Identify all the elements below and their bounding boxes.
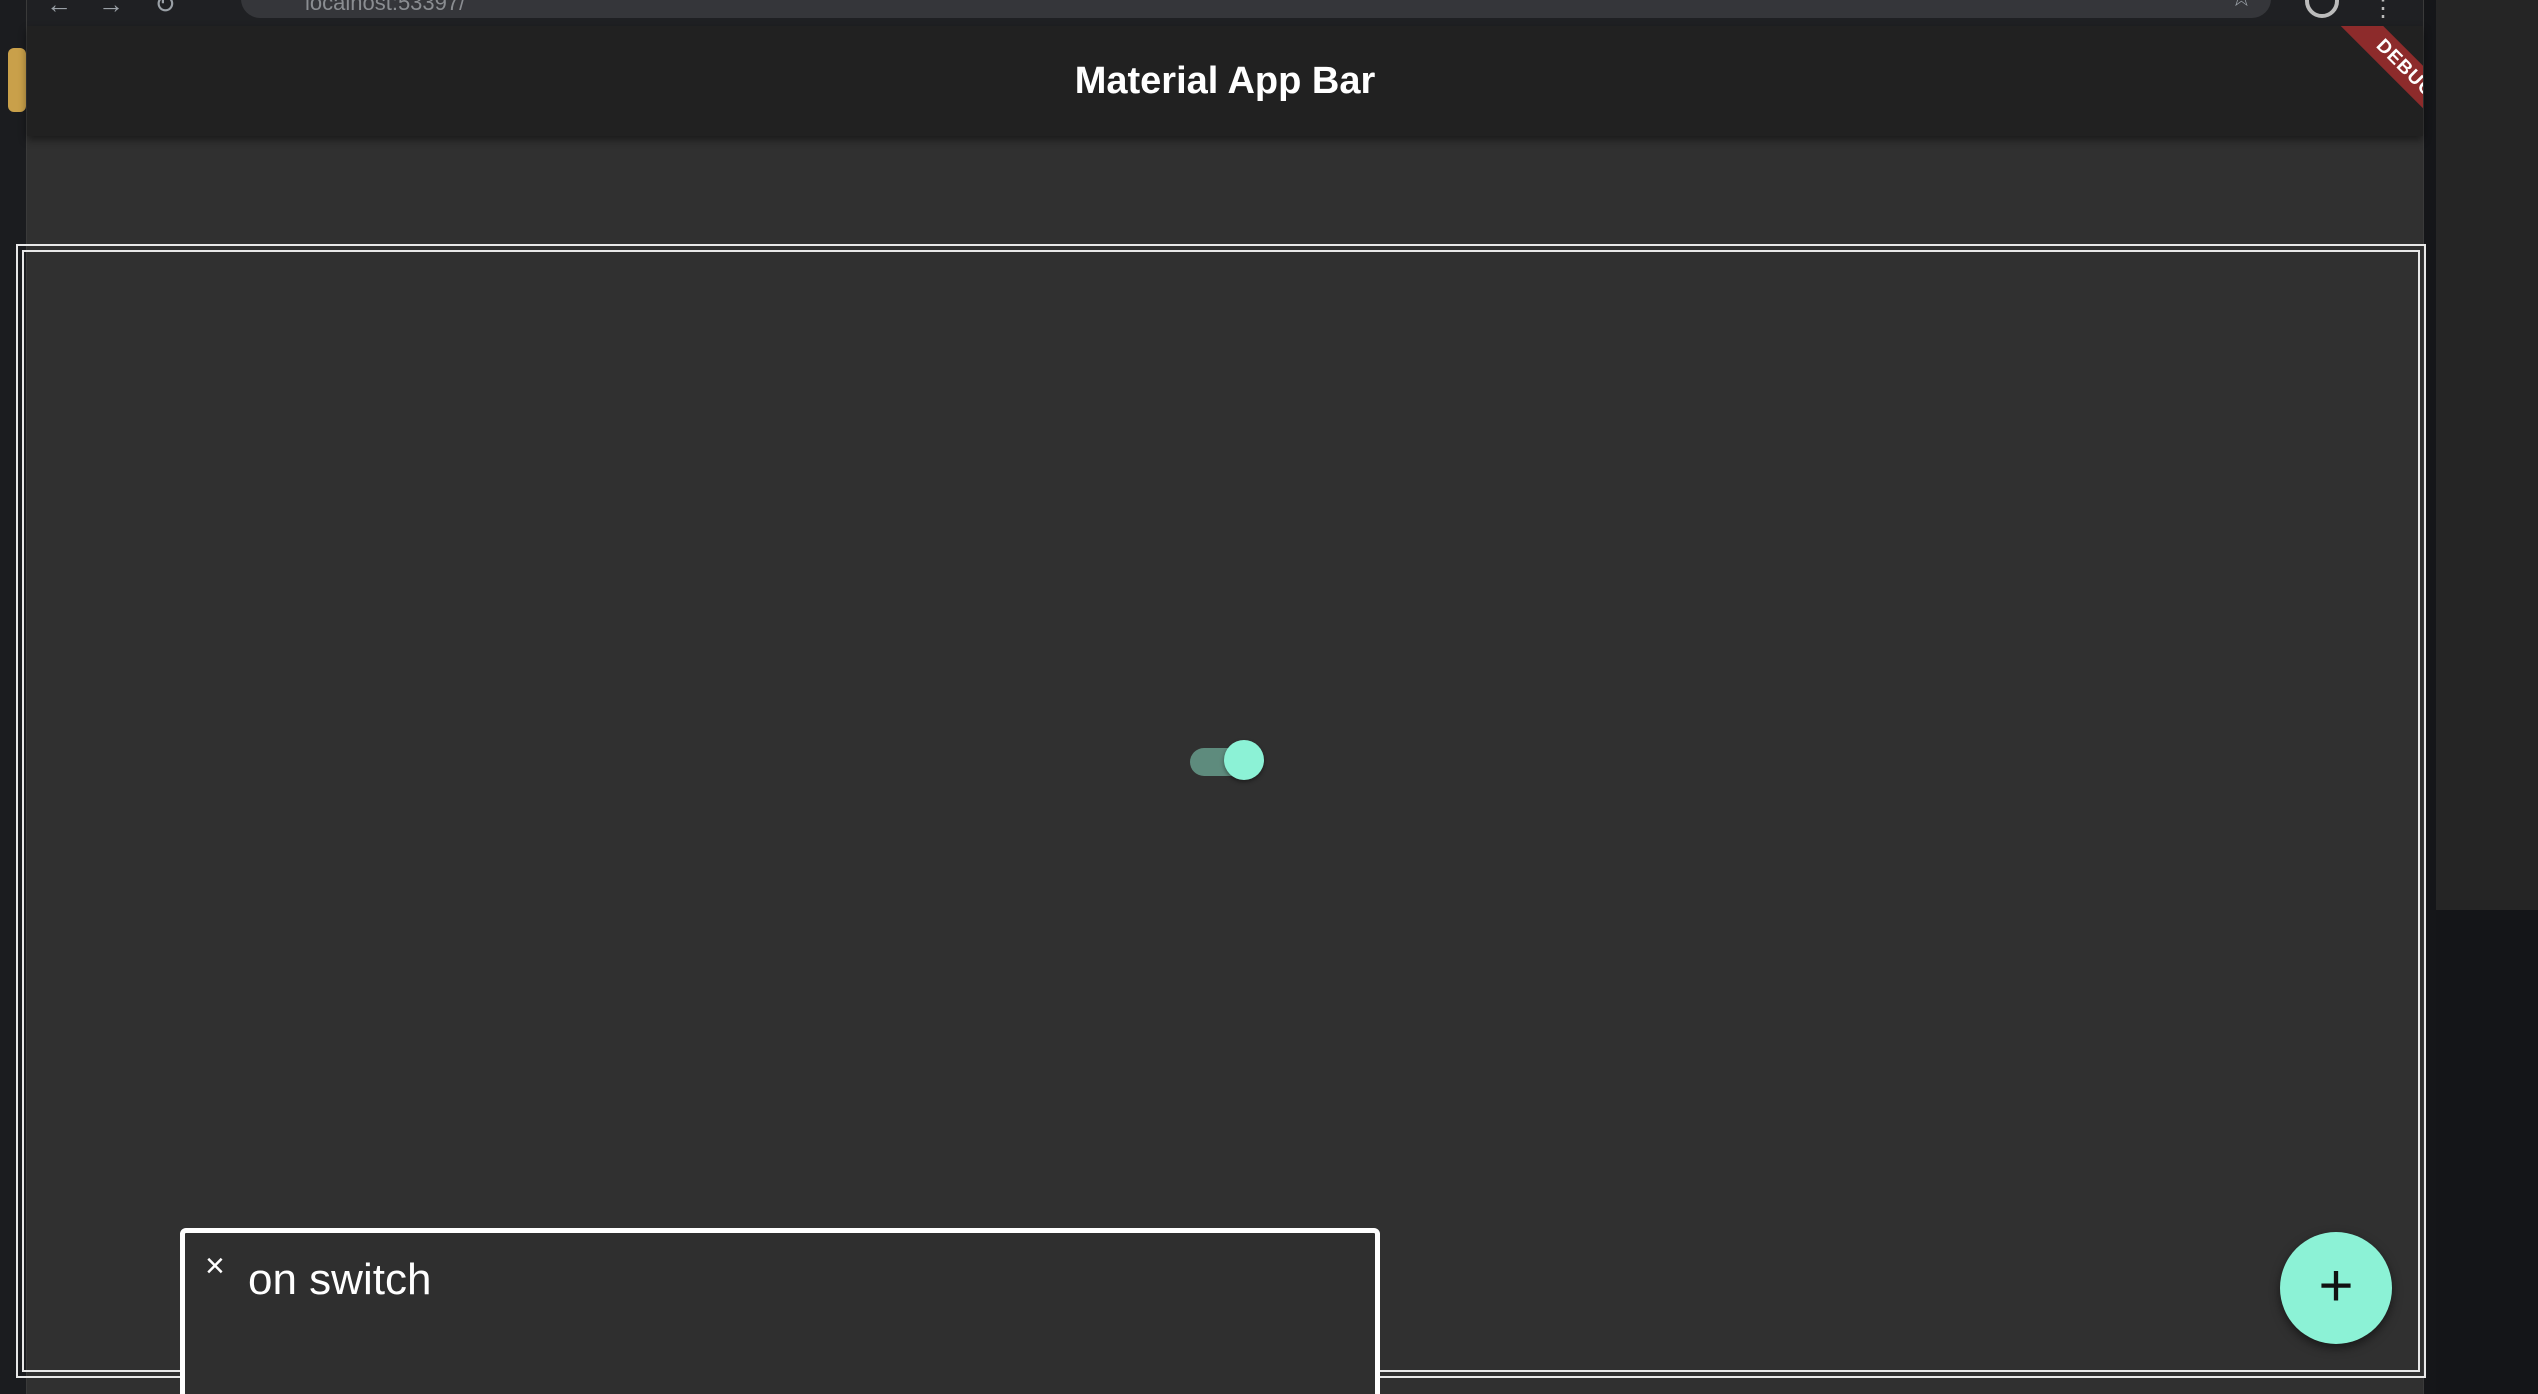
- background-window: [2436, 0, 2538, 910]
- add-button[interactable]: +: [2280, 1232, 2392, 1344]
- address-text: localhost:53397/: [305, 0, 466, 15]
- semantics-focus-outline: [16, 244, 2426, 1378]
- star-icon[interactable]: ☆: [2230, 0, 2253, 13]
- reload-icon[interactable]: ↻: [151, 0, 179, 18]
- desktop-background: [2436, 910, 2538, 1394]
- semantics-focus-outline-inner: [22, 250, 2420, 1372]
- address-bar[interactable]: localhost:53397/ ☆: [241, 0, 2271, 18]
- close-icon[interactable]: ×: [205, 1249, 225, 1283]
- page-title: Material App Bar: [1074, 60, 1376, 102]
- back-icon[interactable]: ←: [45, 0, 73, 18]
- caption-panel: × on switch: [180, 1228, 1380, 1394]
- debug-banner-label: DEBUG: [2330, 26, 2423, 136]
- forward-icon[interactable]: →: [97, 0, 125, 18]
- debug-banner: DEBUG: [2313, 26, 2423, 136]
- more-vert-icon[interactable]: ⋮: [2371, 0, 2395, 23]
- toggle-switch[interactable]: [1190, 738, 1264, 780]
- add-icon: +: [2318, 1252, 2354, 1319]
- caption-text: on switch: [248, 1255, 432, 1304]
- switch-thumb: [1224, 740, 1264, 780]
- profile-icon[interactable]: [2305, 0, 2339, 18]
- app-bar: Material App Bar DEBUG: [27, 26, 2423, 136]
- browser-toolbar: ← → ↻ localhost:53397/ ☆ ⋮: [27, 0, 2423, 26]
- screen: ← → ↻ localhost:53397/ ☆ ⋮ Material App …: [0, 0, 2538, 1394]
- dock-app-icon[interactable]: [8, 48, 26, 112]
